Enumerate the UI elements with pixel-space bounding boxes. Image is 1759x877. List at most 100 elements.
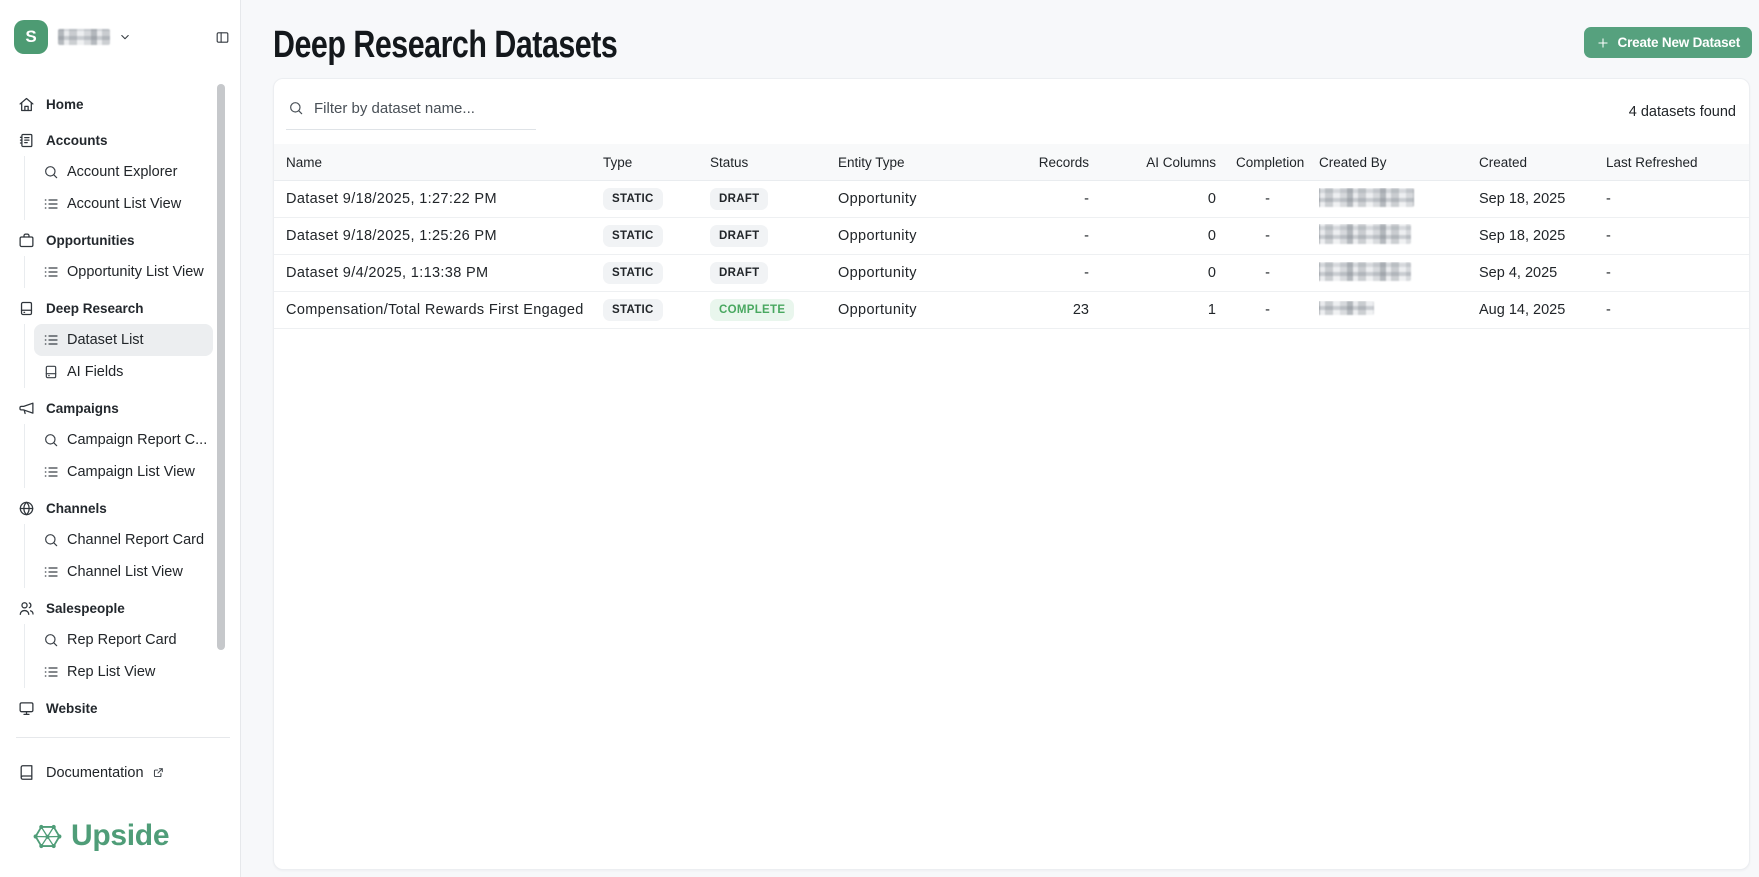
cell-name: Compensation/Total Rewards First Engaged bbox=[286, 302, 584, 318]
cell-created: Sep 4, 2025 bbox=[1479, 265, 1558, 281]
main-content: Deep Research Datasets Create New Datase… bbox=[241, 0, 1759, 877]
sidebar-item-label: Channel List View bbox=[67, 564, 183, 580]
sidebar-item-channel-list-view[interactable]: Channel List View bbox=[34, 556, 213, 588]
sidebar-item-account-list-view[interactable]: Account List View bbox=[34, 188, 213, 220]
filter-input[interactable] bbox=[314, 99, 536, 117]
sidebar-item-campaign-report-c[interactable]: Campaign Report C... bbox=[34, 424, 213, 456]
sidebar-item-dataset-list[interactable]: Dataset List bbox=[34, 324, 213, 356]
column-header-ai-columns[interactable]: AI Columns bbox=[1089, 155, 1216, 170]
cell-entity-type: Opportunity bbox=[838, 191, 917, 207]
results-count: 4 datasets found bbox=[1628, 103, 1736, 120]
status-badge-label: DRAFT bbox=[710, 225, 769, 247]
sidebar-item-channel-report-card[interactable]: Channel Report Card bbox=[34, 524, 213, 556]
sidebar-item-ai-fields[interactable]: AI Fields bbox=[34, 356, 213, 388]
cell-records: - bbox=[1084, 228, 1089, 244]
sidebar: S Home Accounts Account Explorer Account Li… bbox=[0, 0, 241, 877]
column-header-records[interactable]: Records bbox=[998, 155, 1089, 170]
chevron-down-icon[interactable] bbox=[118, 30, 132, 44]
sidebar-item-label: Account Explorer bbox=[67, 164, 178, 180]
redacted-name bbox=[1319, 187, 1414, 207]
sidebar-item-website[interactable]: Website bbox=[14, 692, 213, 724]
sidebar-item-opportunity-list-view[interactable]: Opportunity List View bbox=[34, 256, 213, 288]
type-badge-label: STATIC bbox=[603, 262, 663, 284]
type-badge-label: STATIC bbox=[603, 299, 663, 321]
workspace-avatar[interactable]: S bbox=[14, 20, 48, 54]
table-row[interactable]: Dataset 9/18/2025, 1:27:22 PM STATIC DRAFT… bbox=[274, 181, 1749, 218]
sidebar-item-label: Salespeople bbox=[46, 600, 125, 616]
column-header-name[interactable]: Name bbox=[286, 155, 603, 170]
column-header-status[interactable]: Status bbox=[710, 155, 838, 170]
sidebar-item-accounts[interactable]: Accounts bbox=[14, 124, 213, 156]
search-icon bbox=[43, 432, 59, 448]
cell-completion: - bbox=[1265, 191, 1270, 207]
sidebar-item-campaign-list-view[interactable]: Campaign List View bbox=[34, 456, 213, 488]
sidebar-subgroup: Channel Report Card Channel List View bbox=[24, 524, 213, 588]
status-badge-label: COMPLETE bbox=[710, 299, 795, 321]
upside-logo: Upside bbox=[32, 819, 240, 853]
sidebar-item-opportunities[interactable]: Opportunities bbox=[14, 224, 213, 256]
column-header-last-refreshed[interactable]: Last Refreshed bbox=[1606, 155, 1737, 170]
list-icon bbox=[43, 196, 59, 212]
sidebar-item-campaigns[interactable]: Campaigns bbox=[14, 392, 213, 424]
search-icon bbox=[43, 532, 59, 548]
cell-ai-columns: 0 bbox=[1207, 228, 1216, 244]
home-icon bbox=[18, 96, 35, 113]
status-badge-label: DRAFT bbox=[710, 188, 769, 210]
column-header-entity-type[interactable]: Entity Type bbox=[838, 155, 998, 170]
documentation-label: Documentation bbox=[46, 764, 144, 781]
cell-entity-type: Opportunity bbox=[838, 228, 917, 244]
column-header-type[interactable]: Type bbox=[603, 155, 710, 170]
column-header-created-by[interactable]: Created By bbox=[1319, 155, 1479, 170]
sidebar-subgroup: Account Explorer Account List View bbox=[24, 156, 213, 220]
sidebar-scrollbar[interactable] bbox=[217, 84, 225, 650]
page-header: Deep Research Datasets Create New Datase… bbox=[273, 0, 1752, 78]
create-new-dataset-button[interactable]: Create New Dataset bbox=[1583, 27, 1752, 58]
table-row[interactable]: Compensation/Total Rewards First Engaged… bbox=[274, 292, 1749, 329]
sidebar-item-channels[interactable]: Channels bbox=[14, 492, 213, 524]
sidebar-item-home[interactable]: Home bbox=[14, 88, 213, 120]
workspace-name-redacted bbox=[58, 29, 110, 45]
sidebar-item-account-explorer[interactable]: Account Explorer bbox=[34, 156, 213, 188]
sidebar-item-label: Rep List View bbox=[67, 664, 156, 680]
sidebar-item-label: Opportunity List View bbox=[67, 264, 204, 280]
sidebar-item-deep-research[interactable]: Deep Research bbox=[14, 292, 213, 324]
database-icon bbox=[18, 300, 35, 317]
table-row[interactable]: Dataset 9/18/2025, 1:25:26 PM STATIC DRAFT… bbox=[274, 218, 1749, 255]
page-title: Deep Research Datasets bbox=[273, 23, 618, 66]
sidebar-toggle-icon[interactable] bbox=[215, 30, 230, 45]
created-by-redacted bbox=[1319, 187, 1479, 211]
redacted-name bbox=[1319, 261, 1411, 281]
status-badge: DRAFT bbox=[710, 262, 838, 284]
sidebar-item-label: Home bbox=[46, 96, 84, 112]
cell-created: Sep 18, 2025 bbox=[1479, 228, 1566, 244]
sidebar-item-rep-list-view[interactable]: Rep List View bbox=[34, 656, 213, 688]
briefcase-icon bbox=[18, 232, 35, 249]
sidebar-item-rep-report-card[interactable]: Rep Report Card bbox=[34, 624, 213, 656]
cell-created: Aug 14, 2025 bbox=[1479, 302, 1566, 318]
redacted-name bbox=[1319, 301, 1374, 315]
cell-ai-columns: 1 bbox=[1207, 302, 1216, 318]
sidebar-item-salespeople[interactable]: Salespeople bbox=[14, 592, 213, 624]
cell-last-refreshed: - bbox=[1606, 228, 1611, 244]
type-badge-label: STATIC bbox=[603, 188, 663, 210]
sidebar-item-documentation[interactable]: Documentation bbox=[14, 756, 226, 789]
cell-records: 23 bbox=[1072, 302, 1089, 318]
sidebar-subgroup: Dataset List AI Fields bbox=[24, 324, 213, 388]
globe-icon bbox=[18, 500, 35, 517]
column-header-created[interactable]: Created bbox=[1479, 155, 1606, 170]
cell-completion: - bbox=[1265, 228, 1270, 244]
sidebar-item-label: Website bbox=[46, 700, 98, 716]
type-badge: STATIC bbox=[603, 225, 710, 247]
status-badge: COMPLETE bbox=[710, 299, 838, 321]
column-header-completion[interactable]: Completion bbox=[1216, 155, 1319, 170]
datasets-card: 4 datasets found NameTypeStatusEntity Ty… bbox=[273, 78, 1750, 870]
book-icon bbox=[18, 764, 35, 781]
sidebar-item-label: Accounts bbox=[46, 132, 108, 148]
sidebar-nav: Home Accounts Account Explorer Account List… bbox=[0, 88, 240, 724]
search-icon bbox=[43, 164, 59, 180]
cell-ai-columns: 0 bbox=[1207, 265, 1216, 281]
monitor-icon bbox=[18, 700, 35, 717]
sidebar-item-label: Campaign Report C... bbox=[67, 432, 208, 448]
table-row[interactable]: Dataset 9/4/2025, 1:13:38 PM STATIC DRAFT O… bbox=[274, 255, 1749, 292]
workspace-header: S bbox=[0, 0, 240, 54]
